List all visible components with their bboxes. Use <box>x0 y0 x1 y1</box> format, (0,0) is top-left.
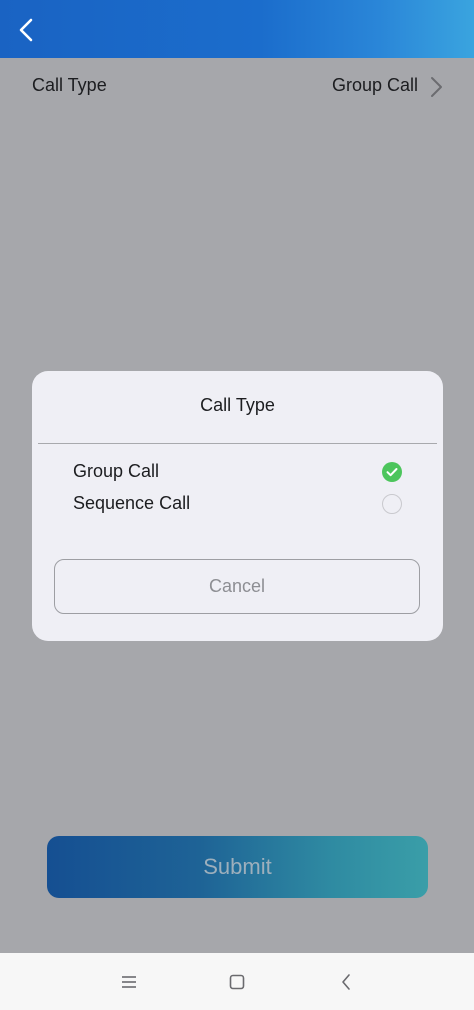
option-sequence-call[interactable]: Sequence Call <box>32 488 443 520</box>
back-icon[interactable] <box>333 969 359 995</box>
call-type-label: Call Type <box>32 75 107 95</box>
submit-button[interactable]: Submit <box>47 836 428 898</box>
call-type-value: Group Call <box>331 75 418 95</box>
radio-unchecked-icon <box>382 494 402 514</box>
dialog-divider <box>38 443 437 444</box>
check-circle-icon <box>382 462 402 482</box>
call-type-row[interactable]: Call Type Group Call <box>0 58 474 116</box>
system-navigation-bar <box>0 953 474 1010</box>
option-label: Group Call <box>73 461 160 481</box>
top-app-bar <box>0 0 474 58</box>
menu-icon[interactable] <box>116 969 142 995</box>
call-type-dialog: Call Type Group Call Sequence Call Cance… <box>32 371 443 641</box>
home-icon[interactable] <box>224 969 250 995</box>
dialog-title: Call Type <box>200 395 275 415</box>
back-button[interactable] <box>10 14 42 46</box>
cancel-button[interactable]: Cancel <box>54 559 420 614</box>
option-group-call[interactable]: Group Call <box>32 456 443 488</box>
option-label: Sequence Call <box>73 493 191 513</box>
chevron-right-icon <box>431 77 442 97</box>
chevron-left-icon <box>19 18 33 42</box>
